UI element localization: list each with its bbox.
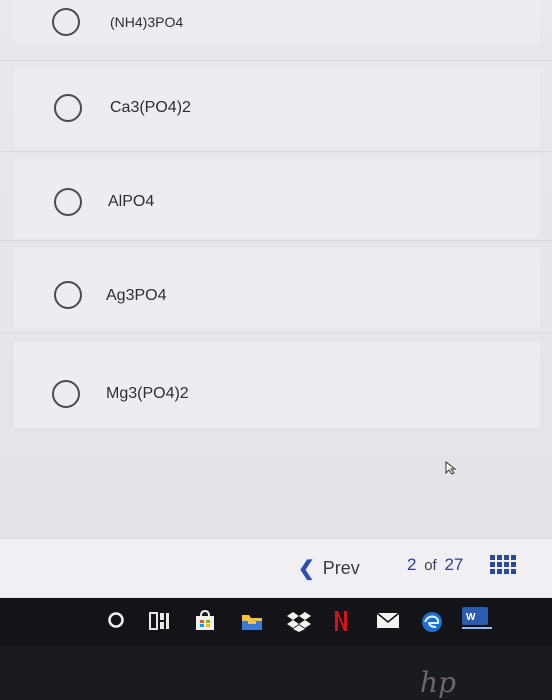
answer-option[interactable]: Ag3PO4 xyxy=(14,248,540,328)
radio-button[interactable] xyxy=(54,281,82,309)
divider xyxy=(0,240,552,241)
file-explorer-icon[interactable] xyxy=(240,610,264,632)
of-label: of xyxy=(424,557,437,574)
radio-button[interactable] xyxy=(52,8,80,36)
answer-option[interactable]: AlPO4 xyxy=(14,158,540,238)
chevron-left-icon: ❮ xyxy=(298,558,315,580)
radio-button[interactable] xyxy=(54,188,82,216)
answer-option[interactable]: (NH4)3PO4 xyxy=(14,0,540,42)
answer-label: AlPO4 xyxy=(108,193,155,210)
prev-label: Prev xyxy=(322,558,360,578)
question-grid-icon[interactable] xyxy=(490,555,516,575)
total-questions: 27 xyxy=(444,555,464,574)
hp-logo: hp xyxy=(420,666,456,699)
svg-text:W: W xyxy=(466,612,476,623)
answer-option[interactable]: Mg3(PO4)2 xyxy=(14,342,540,428)
answer-option[interactable]: Ca3(PO4)2 xyxy=(14,68,540,148)
divider xyxy=(0,60,552,61)
task-view-icon[interactable] xyxy=(148,610,172,632)
answer-label: Ca3(PO4)2 xyxy=(110,99,191,116)
question-counter: 2 of 27 xyxy=(407,555,463,575)
laptop-bezel xyxy=(0,646,552,700)
edge-icon[interactable] xyxy=(420,610,444,634)
answer-label: Mg3(PO4)2 xyxy=(106,385,189,402)
store-icon[interactable] xyxy=(194,610,216,632)
divider xyxy=(0,151,552,152)
answer-label: (NH4)3PO4 xyxy=(110,14,184,30)
radio-button[interactable] xyxy=(54,94,82,122)
start-circle-icon[interactable] xyxy=(106,610,126,630)
radio-button[interactable] xyxy=(52,380,80,408)
netflix-icon[interactable] xyxy=(333,610,349,632)
current-question: 2 xyxy=(407,555,417,574)
divider xyxy=(0,333,552,334)
dropbox-icon[interactable] xyxy=(287,610,311,632)
mail-icon[interactable] xyxy=(376,610,400,630)
navigation-footer xyxy=(0,538,552,597)
prev-button[interactable]: ❮ Prev xyxy=(298,556,360,581)
quiz-screen: (NH4)3PO4 Ca3(PO4)2 AlPO4 Ag3PO4 Mg3(PO4… xyxy=(0,0,552,598)
word-icon[interactable]: W xyxy=(462,607,492,629)
answer-label: Ag3PO4 xyxy=(106,287,167,304)
mouse-cursor-icon xyxy=(445,461,457,475)
